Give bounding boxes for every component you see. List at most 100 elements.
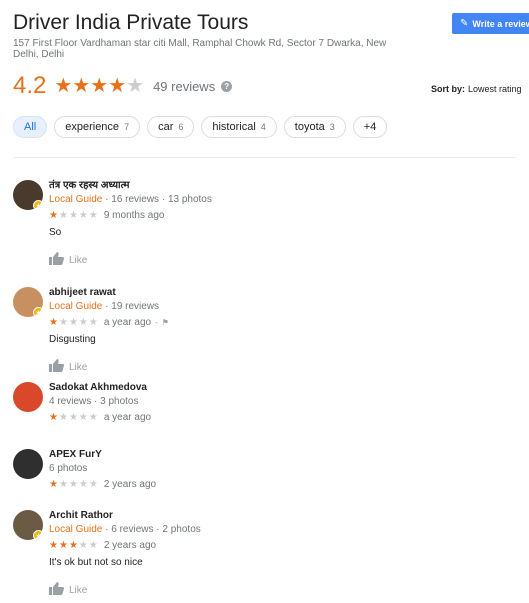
sort-value: Lowest rating [468,84,522,94]
reviewer-stats: 4 reviews · 3 photos [49,396,139,407]
review-body: Sadokat Akhmedova 4 reviews · 3 photos ★★★… [49,382,509,423]
filter-chip-count: 6 [178,122,184,132]
filter-chip-count: 7 [124,122,130,132]
local-guide-label: Local Guide [49,524,103,535]
reviewer-meta: Local Guide · 16 reviews · 13 photos [49,193,509,206]
reviewer-stats: · 19 reviews [102,301,160,312]
review-rating-row: ★★★★★ a year ago [49,412,509,423]
filter-chip-label: historical [212,121,256,133]
star-empty-icon: ★ [88,317,99,328]
filter-chip-3[interactable]: historical 4 [201,116,277,138]
star-empty-icon: ★ [88,540,99,551]
reviewer-meta: Local Guide · 19 reviews [49,300,509,313]
star-empty-icon: ★ [68,412,79,423]
star-empty-icon: ★ [78,479,89,490]
filter-chip-2[interactable]: car 6 [147,116,195,138]
review-rating-row: ★★★★★ 9 months ago [49,210,509,221]
review-body: तंत्र एक रहस्य अध्यात्म Local Guide · 16 … [49,180,509,239]
review-body: APEX FurY 6 photos ★★★★★ 2 years ago [49,449,509,490]
review-stars: ★★★★★ [49,412,99,423]
local-guide-badge-icon: ★ [33,307,43,317]
filter-chip-label: toyota [294,121,325,133]
star-filled-icon: ★ [68,540,79,551]
review-stars: ★★★★★ [49,540,99,551]
review-stars: ★★★★★ [49,479,99,490]
local-guide-badge-icon: ★ [33,200,43,210]
star-filled-icon: ★ [49,540,59,551]
reviewer-name[interactable]: APEX FurY [49,449,509,461]
star-empty-icon: ★ [68,479,79,490]
star-empty-icon: ★ [58,210,69,221]
filter-chip-label: +4 [363,121,377,133]
review-rating-row: ★★★★★ 2 years ago [49,479,509,490]
review-body: abhijeet rawat Local Guide · 19 reviews ★★… [49,287,509,346]
star-filled-icon: ★ [72,75,91,97]
like-label: Like [69,361,88,373]
review-stars: ★★★★★ [49,317,99,328]
filter-chip-1[interactable]: experience 7 [54,116,141,138]
filter-chips: All experience 7 car 6 historical 4 toyota 3 +4 [13,116,394,138]
reviewer-avatar[interactable] [13,382,43,412]
star-empty-icon: ★ [68,317,79,328]
star-filled-icon: ★ [49,317,59,328]
star-empty-icon: ★ [88,479,99,490]
reviewer-meta: Local Guide · 6 reviews · 2 photos [49,523,509,536]
review-rating-row: ★★★★★ a year ago - ⚑ [49,317,509,328]
star-empty-icon: ★ [78,210,89,221]
star-empty-icon: ★ [126,75,145,97]
star-filled-icon: ★ [49,412,59,423]
place-address: 157 First Floor Vardhaman star citi Mall… [13,38,387,60]
reviewer-name[interactable]: Archit Rathor [49,510,509,522]
like-button[interactable]: Like [49,252,87,268]
review-time: a year ago [103,317,152,328]
reviewer-stats: · 16 reviews · 13 photos [102,194,212,205]
reviewer-meta: 4 reviews · 3 photos [49,395,509,408]
filter-chip-5[interactable]: +4 [352,116,388,138]
help-circle-icon[interactable]: ? [221,80,233,92]
thumbs-up-icon [49,359,69,375]
separator-dash: - [155,318,158,327]
total-reviews: 49 reviews [153,78,216,94]
star-empty-icon: ★ [58,317,69,328]
star-empty-icon: ★ [58,479,69,490]
reviewer-name[interactable]: Sadokat Akhmedova [49,382,509,394]
like-label: Like [69,584,88,596]
like-button[interactable]: Like [49,359,87,375]
reviewer-name[interactable]: abhijeet rawat [49,287,509,299]
star-empty-icon: ★ [78,540,89,551]
reviewer-meta: 6 photos [49,462,509,475]
reviewer-name[interactable]: तंत्र एक रहस्य अध्यात्म [49,180,509,192]
thumbs-up-icon [49,252,69,268]
review-time: 9 months ago [103,210,165,221]
star-empty-icon: ★ [88,210,99,221]
review-time: a year ago [103,412,152,423]
write-review-button[interactable]: ✎ Write a review [452,13,529,34]
like-button[interactable]: Like [49,582,87,598]
average-stars: ★ ★ ★ ★ ★ [54,76,144,96]
star-filled-icon: ★ [49,479,59,490]
like-label: Like [69,254,88,266]
filter-chip-label: experience [65,121,120,133]
reviewer-avatar[interactable]: ★ [13,510,43,540]
pencil-icon: ✎ [460,18,469,29]
write-review-label: Write a review [472,18,529,29]
review-stars: ★★★★★ [49,210,99,221]
star-empty-icon: ★ [78,317,89,328]
flag-icon[interactable]: ⚑ [162,318,169,327]
rating-summary: 4.2 ★ ★ ★ ★ ★ 49 reviews ? [13,72,233,100]
review-text: Disgusting [49,334,96,345]
reviewer-avatar[interactable]: ★ [13,287,43,317]
local-guide-label: Local Guide [49,301,103,312]
sort-control[interactable]: Sort by: Lowest rating [431,84,522,94]
star-filled-icon: ★ [54,75,73,97]
reviewer-avatar[interactable]: ★ [13,180,43,210]
review-time: 2 years ago [103,540,157,551]
review-text: So [49,227,62,238]
star-filled-icon: ★ [49,210,59,221]
reviewer-stats: · 6 reviews · 2 photos [102,524,201,535]
filter-chip-4[interactable]: toyota 3 [283,116,346,138]
reviewer-avatar[interactable] [13,449,43,479]
star-empty-icon: ★ [68,210,79,221]
filter-chip-0[interactable]: All [13,116,48,138]
local-guide-label: Local Guide [49,194,103,205]
